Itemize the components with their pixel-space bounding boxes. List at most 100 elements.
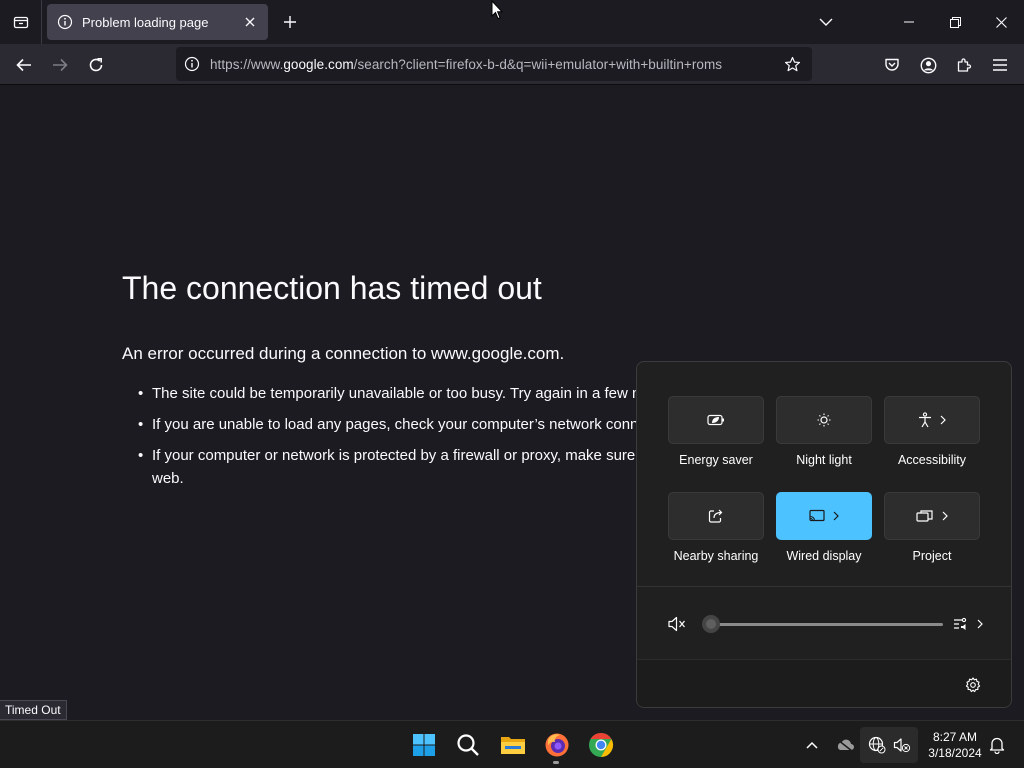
- tile-accessibility: Accessibility: [884, 396, 980, 492]
- file-explorer-icon: [501, 737, 525, 754]
- clock[interactable]: 8:27 AM 3/18/2024: [922, 729, 988, 761]
- accessibility-button[interactable]: [884, 396, 980, 444]
- url-host: google.com: [283, 56, 354, 72]
- start-icon: [413, 734, 435, 756]
- show-hidden-icons-button[interactable]: [800, 733, 824, 757]
- onedrive-button[interactable]: [833, 733, 857, 757]
- night-light-icon: [817, 413, 831, 427]
- extensions-button[interactable]: [949, 50, 979, 80]
- volume-button[interactable]: [890, 733, 914, 757]
- hamburger-menu-icon: [993, 59, 1007, 71]
- running-indicator: [553, 761, 559, 764]
- reload-icon: [89, 58, 103, 72]
- tab-problem-loading[interactable]: Problem loading page: [47, 4, 268, 40]
- status-panel: Timed Out: [0, 700, 67, 720]
- chevron-down-icon: [819, 18, 833, 26]
- close-window-button[interactable]: [978, 0, 1024, 44]
- error-description: An error occurred during a connection to…: [122, 344, 565, 363]
- tile-label: Wired display: [786, 549, 862, 563]
- list-item: If your computer or network is protected…: [138, 444, 638, 490]
- tab-title: Problem loading page: [82, 14, 209, 30]
- address-bar[interactable]: https://www.google.com/search?client=fir…: [176, 47, 812, 81]
- energy-saver-icon: [707, 414, 724, 426]
- volume-mixer-button[interactable]: [951, 613, 985, 635]
- energy-saver-toggle[interactable]: [668, 396, 764, 444]
- tile-project: Project: [884, 492, 980, 588]
- volume-row: [637, 587, 1011, 659]
- mouse-cursor-icon: [491, 0, 503, 20]
- menu-button[interactable]: [985, 50, 1015, 80]
- project-button[interactable]: [884, 492, 980, 540]
- info-icon: [57, 14, 73, 30]
- chrome-icon: [589, 733, 614, 757]
- url-text[interactable]: https://www.google.com/search?client=fir…: [210, 57, 780, 72]
- list-item: The site could be temporarily unavailabl…: [138, 382, 658, 405]
- tile-nearby-sharing: Nearby sharing: [668, 492, 764, 588]
- reload-button[interactable]: [81, 50, 111, 80]
- info-icon[interactable]: [184, 56, 200, 72]
- speaker-muted-icon: [668, 616, 685, 632]
- minimize-icon: [904, 21, 914, 23]
- file-explorer-button[interactable]: [497, 729, 529, 761]
- mute-button[interactable]: [665, 613, 689, 635]
- new-tab-button[interactable]: [278, 10, 302, 34]
- chevron-up-icon: [806, 741, 818, 749]
- chevron-right-icon: [833, 511, 839, 521]
- quick-settings-flyout: Energy saver Night light Accessibility N…: [636, 361, 1012, 708]
- quick-settings-grid: Energy saver Night light Accessibility N…: [668, 396, 980, 588]
- arrow-right-icon: [53, 58, 68, 72]
- url-prefix: https://www.: [210, 56, 284, 72]
- notifications-button[interactable]: [985, 733, 1009, 757]
- night-light-toggle[interactable]: [776, 396, 872, 444]
- tile-energy-saver: Energy saver: [668, 396, 764, 492]
- gear-icon: [965, 677, 981, 693]
- account-button[interactable]: [913, 50, 943, 80]
- minimize-button[interactable]: [886, 0, 932, 44]
- clock-time: 8:27 AM: [932, 730, 978, 744]
- puzzle-icon: [957, 58, 972, 72]
- quick-settings-footer: [637, 659, 1011, 707]
- list-all-tabs-chevron[interactable]: [812, 8, 840, 36]
- url-path: /search?client=firefox-b-d&q=wii+emulato…: [353, 56, 723, 72]
- tile-night-light: Night light: [776, 396, 872, 492]
- nearby-sharing-icon: [708, 509, 723, 523]
- chevron-right-icon: [977, 619, 983, 629]
- globe-no-internet-icon: [868, 736, 886, 754]
- accessibility-icon: [919, 412, 931, 428]
- tile-label: Energy saver: [679, 453, 753, 467]
- search-button[interactable]: [452, 729, 484, 761]
- close-tab-button[interactable]: [242, 14, 258, 30]
- pocket-button[interactable]: [877, 50, 907, 80]
- project-icon: [916, 510, 933, 522]
- forward-button[interactable]: [45, 50, 75, 80]
- star-icon: [784, 56, 800, 71]
- network-button[interactable]: [865, 733, 889, 757]
- firefox-button[interactable]: [541, 729, 573, 761]
- wired-display-button[interactable]: [776, 492, 872, 540]
- volume-mixer-icon: [954, 617, 967, 630]
- tile-label: Accessibility: [897, 453, 967, 467]
- list-all-tabs-button[interactable]: [0, 0, 42, 44]
- start-button[interactable]: [408, 729, 440, 761]
- nearby-sharing-toggle[interactable]: [668, 492, 764, 540]
- clock-date: 3/18/2024: [928, 746, 982, 760]
- tab-list-icon: [13, 16, 28, 29]
- back-button[interactable]: [9, 50, 39, 80]
- onedrive-cloud-icon: [837, 739, 854, 752]
- bookmark-button[interactable]: [780, 52, 804, 76]
- tile-label: Night light: [796, 453, 852, 467]
- tile-label: Project: [912, 549, 952, 563]
- volume-slider-thumb[interactable]: [702, 615, 720, 633]
- arrow-left-icon: [16, 58, 31, 72]
- tab-strip: Problem loading page: [0, 0, 1024, 44]
- navigation-bar: https://www.google.com/search?client=fir…: [0, 44, 1024, 85]
- settings-button[interactable]: [963, 675, 983, 695]
- speaker-muted-icon: [893, 738, 911, 753]
- cast-icon: [809, 509, 825, 522]
- tile-wired-display: Wired display: [776, 492, 872, 588]
- restore-button[interactable]: [932, 0, 978, 44]
- chevron-right-icon: [940, 415, 946, 425]
- volume-slider-track[interactable]: [709, 623, 943, 626]
- search-icon: [457, 734, 479, 756]
- chrome-button[interactable]: [585, 729, 617, 761]
